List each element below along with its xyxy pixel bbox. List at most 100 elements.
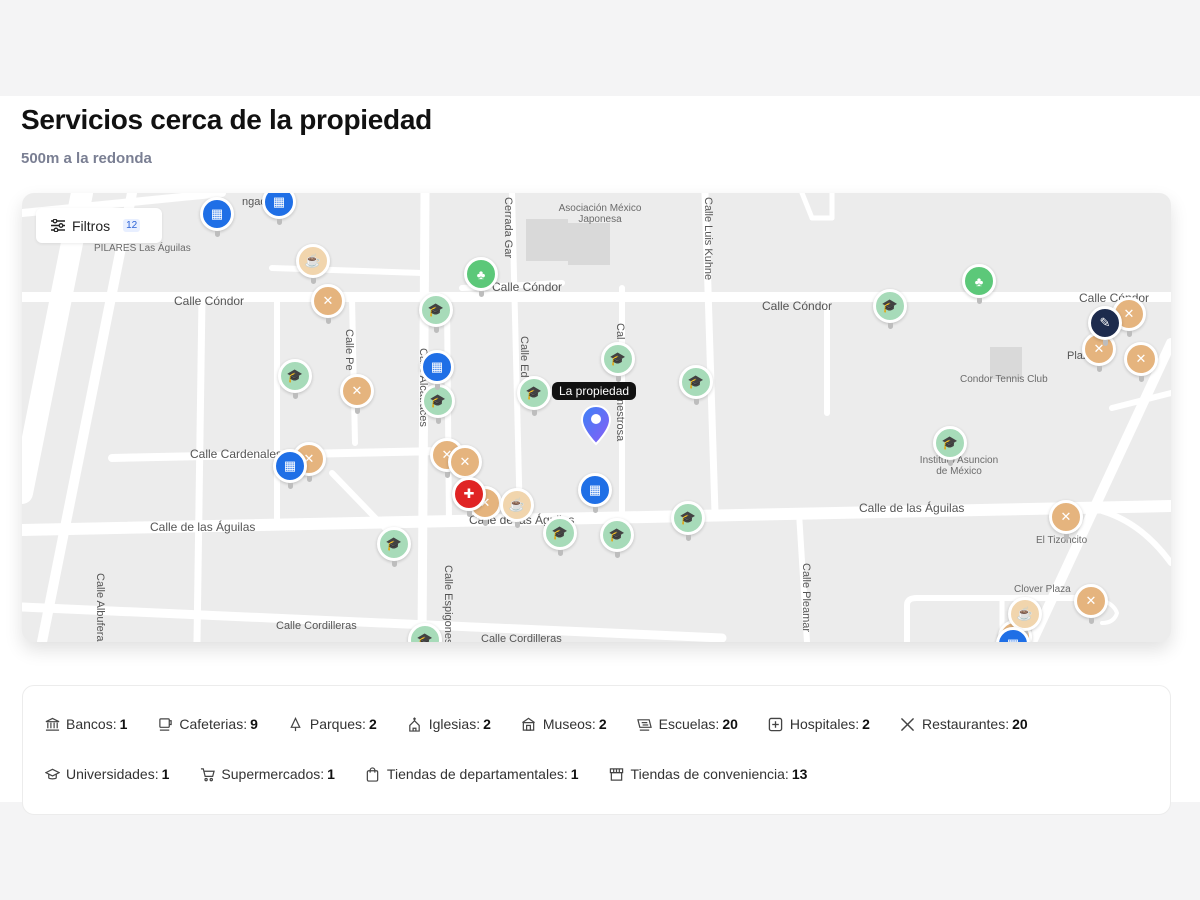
education-marker[interactable]: 🎓 bbox=[377, 527, 411, 569]
store-marker[interactable]: ▦ bbox=[262, 193, 296, 227]
church-icon bbox=[407, 716, 423, 732]
legend-item-supermarkets[interactable]: Supermercados: 1 bbox=[199, 766, 335, 782]
legend-label: Museos: bbox=[542, 716, 596, 732]
store-marker[interactable]: ▦ bbox=[996, 627, 1030, 642]
cart-icon bbox=[199, 766, 215, 782]
street-label: Calle Cordilleras bbox=[276, 620, 357, 632]
restaurant-icon: ✕ bbox=[311, 284, 345, 318]
education-marker[interactable]: 🎓 bbox=[408, 623, 442, 642]
filters-count-badge: 12 bbox=[123, 219, 141, 232]
education-marker[interactable]: 🎓 bbox=[543, 516, 577, 558]
restaurant-icon bbox=[900, 716, 916, 732]
education-marker[interactable]: 🎓 bbox=[419, 293, 453, 335]
street-label: nestrosa bbox=[614, 399, 626, 442]
legend-count: 1 bbox=[570, 766, 579, 782]
park-marker[interactable]: ♣ bbox=[962, 264, 996, 306]
graduation-cap-icon: 🎓 bbox=[601, 342, 635, 376]
filters-button[interactable]: Filtros 12 bbox=[36, 208, 162, 243]
section-title: Servicios cerca de la propiedad bbox=[21, 104, 432, 135]
tree-icon: ♣ bbox=[962, 264, 996, 298]
street-label: Calle de las Águilas bbox=[150, 520, 256, 534]
graduation-cap-icon: 🎓 bbox=[679, 365, 713, 399]
legend-item-parks[interactable]: Parques: 2 bbox=[288, 716, 377, 732]
street-label: Calle Ed bbox=[518, 336, 530, 378]
education-marker[interactable]: 🎓 bbox=[873, 289, 907, 331]
graduation-cap-icon: 🎓 bbox=[278, 359, 312, 393]
legend-label: Cafeterias: bbox=[179, 716, 248, 732]
restaurant-marker[interactable]: ✕ bbox=[340, 374, 374, 416]
property-label: La propiedad bbox=[552, 382, 637, 400]
park-marker[interactable]: ♣ bbox=[464, 257, 498, 299]
legend-count: 2 bbox=[862, 716, 870, 732]
restaurant-marker[interactable]: ✕ bbox=[1049, 500, 1083, 542]
store-icon: ▦ bbox=[200, 197, 234, 231]
restaurant-icon: ✕ bbox=[1049, 500, 1083, 534]
store-marker[interactable]: ▦ bbox=[420, 350, 454, 392]
store-marker[interactable]: ▦ bbox=[578, 473, 612, 515]
radius-subtitle: 500m a la redonda bbox=[21, 150, 152, 167]
legend-item-churches[interactable]: Iglesias: 2 bbox=[407, 716, 491, 732]
poi-label-clover: Clover Plaza bbox=[1014, 584, 1071, 595]
school-icon: ✎ bbox=[1088, 306, 1122, 340]
tree-icon: ♣ bbox=[464, 257, 498, 291]
legend-item-universities[interactable]: Universidades: 1 bbox=[44, 766, 169, 782]
education-marker[interactable]: 🎓 bbox=[679, 365, 713, 407]
education-marker[interactable]: 🎓 bbox=[517, 376, 551, 418]
school-marker[interactable]: ✎ bbox=[1088, 306, 1122, 348]
shopping-bag-icon bbox=[365, 766, 381, 782]
graduation-cap-icon bbox=[44, 766, 60, 782]
services-section: Servicios cerca de la propiedad 500m a l… bbox=[0, 96, 1200, 815]
legend-item-convenience-stores[interactable]: Tiendas de conveniencia: 13 bbox=[609, 766, 807, 782]
legend-item-museums[interactable]: Museos: 2 bbox=[521, 716, 607, 732]
legend-item-department-stores[interactable]: Tiendas de departamentales: 1 bbox=[365, 766, 579, 782]
hospital-marker[interactable]: ✚ bbox=[452, 477, 486, 519]
sliders-icon bbox=[51, 219, 65, 232]
legend-label: Tiendas de departamentales: bbox=[386, 766, 568, 782]
store-marker[interactable]: ▦ bbox=[200, 197, 234, 239]
store-icon bbox=[609, 766, 625, 782]
store-icon: ▦ bbox=[420, 350, 454, 384]
services-map[interactable]: Calle Cóndor Calle Cóndor Calle Cóndor C… bbox=[22, 193, 1171, 642]
poi-label-condor-tennis: Condor Tennis Club bbox=[960, 374, 1048, 385]
restaurant-marker[interactable]: ✕ bbox=[1124, 342, 1158, 384]
education-marker[interactable]: 🎓 bbox=[278, 359, 312, 401]
coffee-icon: ☕ bbox=[1008, 597, 1042, 631]
legend-count: 2 bbox=[483, 716, 491, 732]
cafe-marker[interactable]: ☕ bbox=[296, 244, 330, 286]
store-icon: ▦ bbox=[262, 193, 296, 219]
legend-count: 2 bbox=[598, 716, 607, 732]
store-marker[interactable]: ▦ bbox=[273, 449, 307, 491]
street-label: Calle Cóndor bbox=[174, 294, 245, 308]
cafe-marker[interactable]: ☕ bbox=[500, 488, 534, 530]
legend-item-hospitals[interactable]: Hospitales: 2 bbox=[768, 716, 870, 732]
coffee-icon: ☕ bbox=[500, 488, 534, 522]
legend-item-restaurants[interactable]: Restaurantes: 20 bbox=[900, 716, 1028, 732]
street-label: Calle de las Águilas bbox=[859, 501, 965, 515]
legend-item-banks[interactable]: Bancos: 1 bbox=[44, 716, 127, 732]
legend-count: 1 bbox=[327, 766, 335, 782]
restaurant-marker[interactable]: ✕ bbox=[1074, 584, 1108, 626]
street-label: Cerrada Gar bbox=[502, 197, 514, 259]
hospital-icon bbox=[768, 716, 784, 732]
legend-row-1: Bancos: 1 Cafeterias: 9 Parques: 2 Iglesias… bbox=[44, 716, 1058, 732]
education-marker[interactable]: 🎓 bbox=[601, 342, 635, 384]
street-label: Calle Espigones bbox=[442, 565, 454, 642]
property-pin-icon[interactable] bbox=[580, 404, 612, 446]
graduation-cap-icon: 🎓 bbox=[543, 516, 577, 550]
legend-label: Tiendas de conveniencia: bbox=[630, 766, 789, 782]
legend-label: Hospitales: bbox=[789, 716, 860, 732]
graduation-cap-icon: 🎓 bbox=[408, 623, 442, 642]
street-label: Calle Cóndor bbox=[762, 299, 833, 313]
legend-label: Iglesias: bbox=[428, 716, 481, 732]
street-label: Calle Cóndor bbox=[492, 280, 563, 294]
legend-item-schools[interactable]: Escuelas: 20 bbox=[637, 716, 738, 732]
education-marker[interactable]: 🎓 bbox=[933, 426, 967, 468]
education-marker[interactable]: 🎓 bbox=[671, 501, 705, 543]
graduation-cap-icon: 🎓 bbox=[600, 518, 634, 552]
store-icon: ▦ bbox=[578, 473, 612, 507]
tree-icon bbox=[288, 716, 304, 732]
street-label: Calle Pe bbox=[343, 329, 355, 371]
education-marker[interactable]: 🎓 bbox=[600, 518, 634, 560]
legend-item-cafes[interactable]: Cafeterias: 9 bbox=[157, 716, 258, 732]
restaurant-marker[interactable]: ✕ bbox=[311, 284, 345, 326]
